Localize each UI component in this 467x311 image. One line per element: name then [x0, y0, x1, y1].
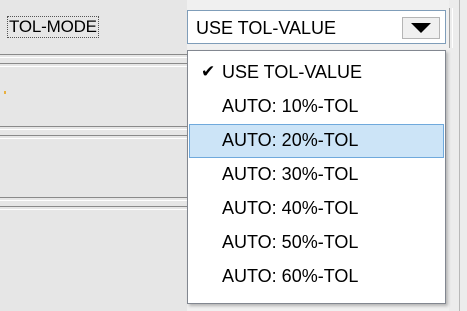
option-label: AUTO: 10%-TOL — [222, 96, 359, 116]
option-label: AUTO: 30%-TOL — [222, 164, 359, 184]
panel-edge — [459, 0, 460, 311]
tol-mode-label: TOL-MODE — [7, 16, 99, 38]
separator — [449, 8, 453, 48]
option-label: AUTO: 20%-TOL — [222, 130, 359, 150]
option-auto-50[interactable]: AUTO: 50%-TOL — [189, 226, 444, 260]
divider — [0, 54, 187, 58]
dropdown-button[interactable] — [402, 17, 440, 39]
option-auto-40[interactable]: AUTO: 40%-TOL — [189, 192, 444, 226]
option-auto-30[interactable]: AUTO: 30%-TOL — [189, 158, 444, 192]
marker-tick — [4, 91, 6, 94]
divider — [0, 135, 187, 139]
option-use-tol-value[interactable]: ✔ USE TOL-VALUE — [189, 56, 444, 90]
combo-selected-value: USE TOL-VALUE — [196, 18, 337, 38]
option-auto-10[interactable]: AUTO: 10%-TOL — [189, 90, 444, 124]
dropdown-arrow-icon — [411, 23, 431, 33]
tol-mode-combobox[interactable]: USE TOL-VALUE — [187, 10, 446, 44]
option-auto-60[interactable]: AUTO: 60%-TOL — [189, 260, 444, 294]
option-auto-20[interactable]: AUTO: 20%-TOL — [189, 124, 444, 158]
option-label: AUTO: 60%-TOL — [222, 266, 359, 286]
option-label: USE TOL-VALUE — [222, 62, 363, 82]
divider — [0, 126, 187, 130]
divider — [0, 206, 187, 210]
option-label: AUTO: 40%-TOL — [222, 198, 359, 218]
divider — [0, 197, 187, 201]
option-label: AUTO: 50%-TOL — [222, 232, 359, 252]
dropdown-list: ✔ USE TOL-VALUE AUTO: 10%-TOL AUTO: 20%-… — [187, 50, 446, 304]
left-panel: TOL-MODE — [0, 0, 187, 311]
divider — [0, 63, 187, 67]
checkmark-icon: ✔ — [201, 62, 216, 81]
